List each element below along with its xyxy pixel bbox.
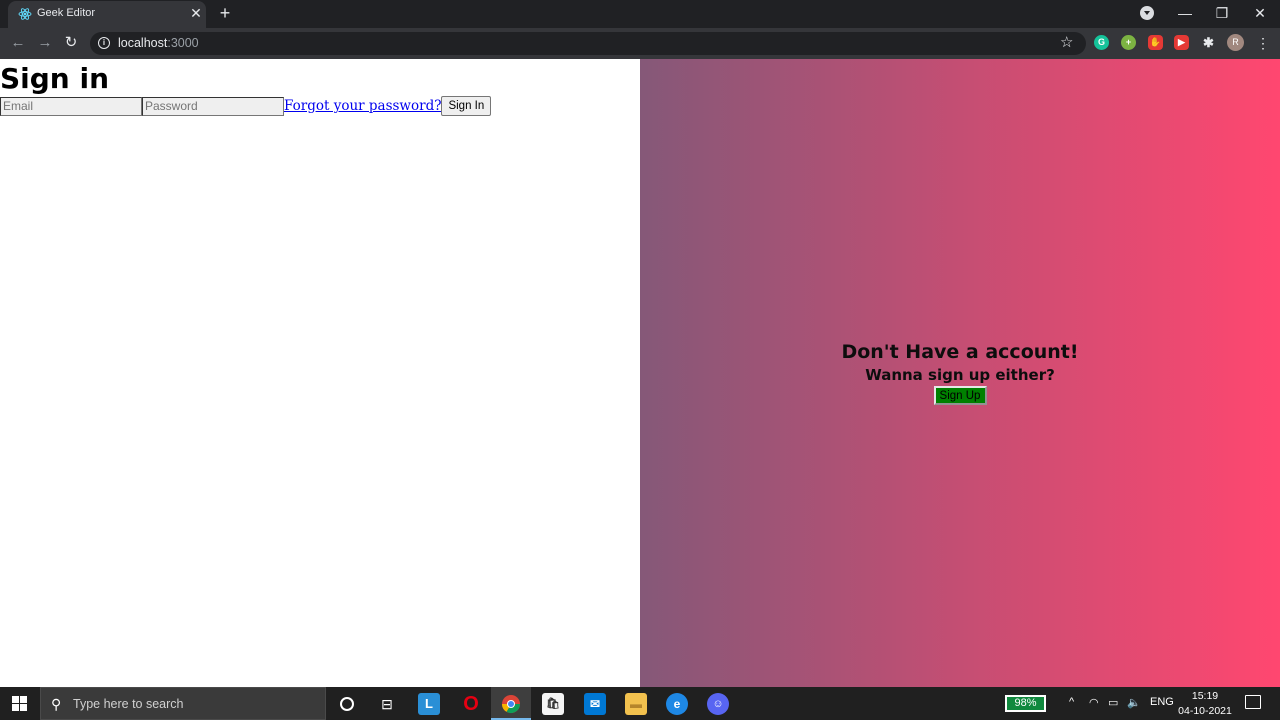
opera-icon[interactable]: O bbox=[460, 693, 482, 715]
signup-button[interactable]: Sign Up bbox=[933, 386, 987, 405]
signin-form: Forgot your password? Sign In bbox=[0, 96, 492, 116]
language-indicator[interactable]: ENG bbox=[1150, 696, 1174, 708]
grammarly-extension-icon[interactable]: G bbox=[1094, 35, 1109, 50]
address-bar[interactable]: i localhost:3000 ☆ bbox=[90, 32, 1086, 55]
profile-avatar[interactable]: R bbox=[1227, 34, 1244, 51]
store-icon[interactable]: 🛍 bbox=[542, 693, 564, 715]
page-viewport: Sign in Forgot your password? Sign In Do… bbox=[0, 59, 1280, 687]
email-field[interactable] bbox=[0, 96, 142, 116]
discord-icon[interactable]: ☺ bbox=[707, 693, 729, 715]
show-hidden-icons-icon[interactable]: ^ bbox=[1069, 696, 1074, 708]
windows-start-icon[interactable] bbox=[12, 696, 27, 711]
restore-icon[interactable]: ❐ bbox=[1212, 3, 1232, 23]
url-text: localhost:3000 bbox=[118, 36, 199, 50]
close-tab-icon[interactable]: ✕ bbox=[188, 5, 204, 21]
video-extension-icon[interactable]: ▶ bbox=[1174, 35, 1189, 50]
taskbar-search-box[interactable]: ⚲ Type here to search bbox=[40, 687, 326, 720]
cortana-icon[interactable] bbox=[340, 697, 354, 711]
battery-icon[interactable]: ▭ bbox=[1108, 696, 1118, 709]
tab-title: Geek Editor bbox=[37, 7, 96, 19]
new-tab-icon[interactable]: + bbox=[216, 4, 234, 22]
taskbar-clock[interactable]: 15:19 04-10-2021 bbox=[1176, 689, 1234, 719]
edge-icon[interactable]: e bbox=[666, 693, 688, 715]
browser-tab[interactable]: Geek Editor ✕ bbox=[8, 1, 206, 28]
windows-taskbar: ⚲ Type here to search ⊟ L O 🛍 ✉ ▬ e ☺ 98… bbox=[0, 687, 1280, 720]
forgot-password-link[interactable]: Forgot your password? bbox=[284, 98, 441, 114]
signin-pane: Sign in Forgot your password? Sign In bbox=[0, 59, 640, 687]
back-icon[interactable]: ← bbox=[9, 34, 27, 52]
react-logo-icon bbox=[18, 8, 32, 20]
search-placeholder: Type here to search bbox=[73, 697, 184, 711]
clock-time: 15:19 bbox=[1191, 690, 1219, 702]
bookmark-star-icon[interactable]: ☆ bbox=[1060, 34, 1073, 52]
notification-center-icon[interactable] bbox=[1245, 695, 1261, 709]
wifi-icon[interactable]: ◠ bbox=[1089, 696, 1099, 709]
forward-icon[interactable]: → bbox=[36, 34, 54, 52]
password-field[interactable] bbox=[142, 96, 284, 116]
signup-pane: Don't Have a account! Wanna sign up eith… bbox=[640, 59, 1280, 687]
browser-tab-strip: Geek Editor ✕ + — ❐ ✕ bbox=[0, 0, 1280, 28]
clock-date: 04-10-2021 bbox=[1178, 705, 1232, 717]
search-icon: ⚲ bbox=[51, 696, 62, 712]
minimize-icon[interactable]: — bbox=[1175, 3, 1195, 23]
green-plus-extension-icon[interactable]: + bbox=[1121, 35, 1136, 50]
menu-kebab-icon[interactable]: ⋮ bbox=[1256, 33, 1270, 53]
puzzle-extensions-icon[interactable]: ✱ bbox=[1201, 35, 1216, 50]
file-explorer-icon[interactable]: ▬ bbox=[625, 693, 647, 715]
signup-cta: Don't Have a account! Wanna sign up eith… bbox=[640, 341, 1280, 405]
task-view-icon[interactable]: ⊟ bbox=[376, 693, 398, 715]
volume-icon[interactable]: 🔈 bbox=[1127, 696, 1141, 709]
battery-indicator[interactable]: 98% bbox=[1005, 695, 1046, 712]
close-window-icon[interactable]: ✕ bbox=[1250, 3, 1270, 23]
l-app-icon[interactable]: L bbox=[418, 693, 440, 715]
site-info-icon[interactable]: i bbox=[98, 37, 110, 49]
signup-title: Don't Have a account! bbox=[841, 341, 1079, 363]
reload-icon[interactable]: ↻ bbox=[62, 34, 80, 52]
signin-button[interactable]: Sign In bbox=[441, 96, 492, 116]
signup-subtitle: Wanna sign up either? bbox=[865, 366, 1055, 384]
browser-toolbar: ← → ↻ i localhost:3000 ☆ G + ✋ ▶ ✱ R ⋮ bbox=[0, 28, 1280, 59]
signin-title: Sign in bbox=[0, 62, 110, 95]
hand-extension-icon[interactable]: ✋ bbox=[1148, 35, 1163, 50]
tab-search-icon[interactable] bbox=[1140, 6, 1154, 20]
chrome-icon[interactable] bbox=[501, 694, 521, 714]
mail-icon[interactable]: ✉ bbox=[584, 693, 606, 715]
